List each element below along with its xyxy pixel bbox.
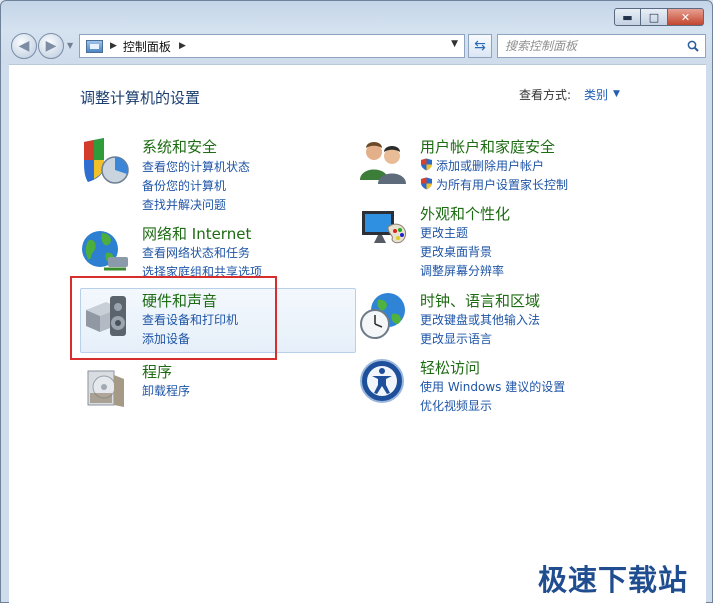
- category-title[interactable]: 用户帐户和家庭安全: [420, 136, 555, 157]
- search-input[interactable]: [505, 39, 675, 53]
- programs-box-icon: [87, 370, 124, 407]
- link-troubleshoot[interactable]: 查找并解决问题: [142, 196, 226, 213]
- back-arrow-icon: ◀: [18, 38, 30, 54]
- refresh-button[interactable]: ⇆: [468, 34, 492, 58]
- link-keyboard-input[interactable]: 更改键盘或其他输入法: [420, 311, 540, 328]
- shield-pie-icon: [84, 138, 129, 184]
- search-box[interactable]: [497, 34, 706, 58]
- category-title[interactable]: 外观和个性化: [420, 203, 510, 224]
- forward-button[interactable]: ▶: [38, 33, 64, 59]
- category-title[interactable]: 轻松访问: [420, 357, 480, 378]
- link-label[interactable]: 添加或删除用户帐户: [436, 159, 544, 173]
- close-button[interactable]: ✕: [668, 8, 704, 26]
- category-title[interactable]: 程序: [142, 361, 172, 382]
- uac-shield-icon: [421, 177, 432, 190]
- maximize-button[interactable]: □: [641, 8, 668, 26]
- link-optimize-display[interactable]: 优化视频显示: [420, 397, 492, 414]
- clock-globe-icon: [360, 293, 405, 339]
- link-desktop-background[interactable]: 更改桌面背景: [420, 243, 492, 260]
- page-title: 调整计算机的设置: [80, 89, 201, 107]
- address-bar[interactable]: ▶ 控制面板 ▶ ▼: [79, 34, 465, 58]
- link-label[interactable]: 为所有用户设置家长控制: [436, 178, 568, 192]
- control-panel-window: ▬ □ ✕ ◀ ▶ ▼ ▶ 控制面板 ▶ ▼ ⇆ 调整计算: [0, 0, 713, 603]
- view-by-dropdown[interactable]: 类别: [584, 86, 608, 103]
- control-panel-icon: [86, 39, 103, 53]
- breadcrumb-control-panel[interactable]: 控制面板: [123, 38, 171, 55]
- category-title[interactable]: 时钟、语言和区域: [420, 290, 540, 311]
- back-button[interactable]: ◀: [11, 33, 37, 59]
- users-icon: [360, 142, 406, 184]
- link-network-status[interactable]: 查看网络状态和任务: [142, 244, 250, 261]
- category-title[interactable]: 系统和安全: [142, 136, 217, 157]
- navigation-bar: ◀ ▶ ▼ ▶ 控制面板 ▶ ▼ ⇆: [9, 32, 706, 59]
- chevron-down-icon[interactable]: ▼: [613, 89, 620, 99]
- watermark-text: 极速下载站: [538, 563, 689, 597]
- view-by-label: 查看方式:: [519, 88, 572, 102]
- link-backup[interactable]: 备份您的计算机: [142, 177, 226, 194]
- breadcrumb-separator[interactable]: ▶: [110, 41, 117, 51]
- link-screen-resolution[interactable]: 调整屏幕分辨率: [420, 262, 504, 279]
- refresh-icon: ⇆: [474, 38, 486, 54]
- category-title[interactable]: 网络和 Internet: [142, 223, 251, 244]
- highlight-annotation-frame: [70, 276, 277, 360]
- forward-arrow-icon: ▶: [45, 38, 57, 54]
- recent-pages-dropdown[interactable]: ▼: [67, 41, 73, 50]
- globe-network-icon: [82, 231, 128, 271]
- link-recommended-settings[interactable]: 使用 Windows 建议的设置: [420, 378, 565, 395]
- link-add-remove-accounts[interactable]: 添加或删除用户帐户: [420, 157, 544, 174]
- ease-of-access-icon: [360, 359, 404, 403]
- link-change-theme[interactable]: 更改主题: [420, 224, 468, 241]
- minimize-button[interactable]: ▬: [614, 8, 641, 26]
- link-parental-controls[interactable]: 为所有用户设置家长控制: [420, 176, 568, 193]
- uac-shield-icon: [421, 158, 432, 171]
- link-uninstall[interactable]: 卸载程序: [142, 382, 190, 399]
- link-check-status[interactable]: 查看您的计算机状态: [142, 158, 250, 175]
- magnifier-icon[interactable]: [687, 40, 699, 52]
- address-dropdown-icon[interactable]: ▼: [451, 39, 458, 49]
- monitor-palette-icon: [362, 211, 406, 244]
- breadcrumb-separator[interactable]: ▶: [179, 41, 186, 51]
- caption-buttons: ▬ □ ✕: [614, 8, 704, 26]
- link-display-language[interactable]: 更改显示语言: [420, 330, 492, 347]
